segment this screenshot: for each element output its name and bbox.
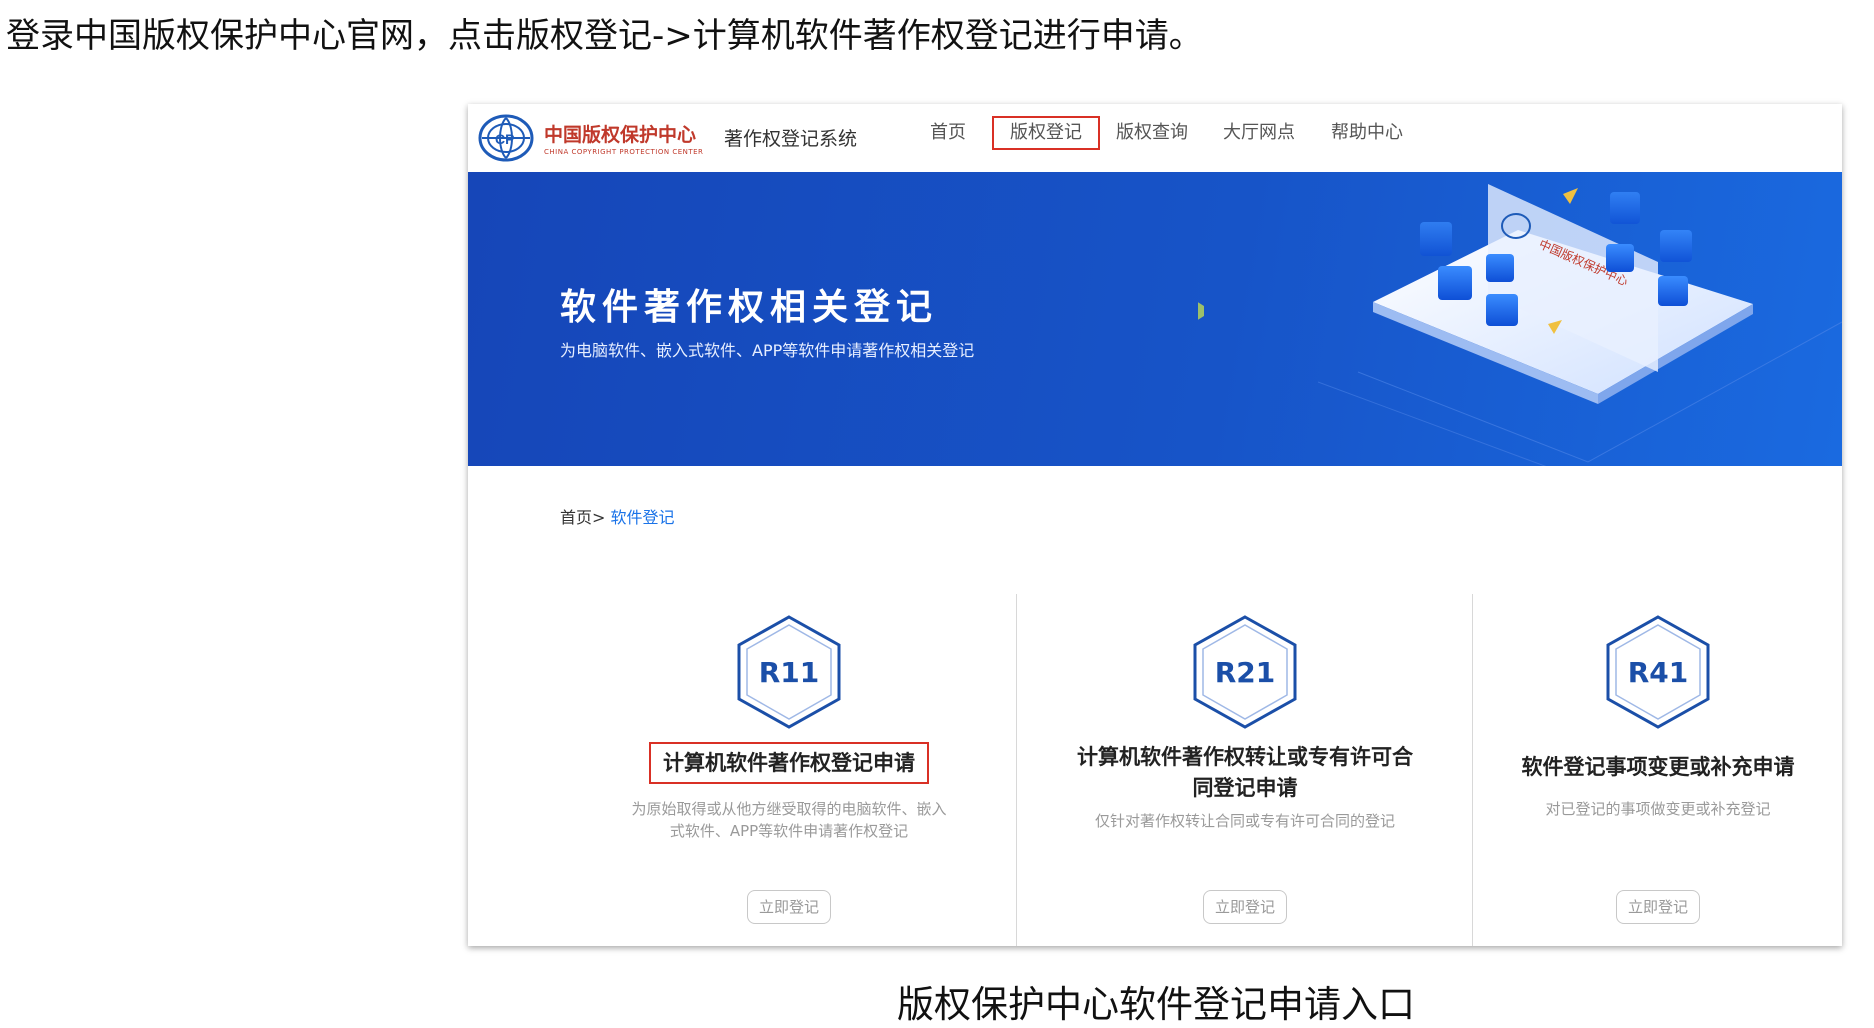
card-r41: R41 软件登记事项变更或补充申请 对已登记的事项做变更或补充登记 立即登记 xyxy=(1472,594,1842,946)
nav-service-halls[interactable]: 大厅网点 xyxy=(1223,116,1295,150)
hexagon-decoration xyxy=(1198,302,1204,320)
card-description: 为原始取得或从他方继受取得的电脑软件、嵌入 式软件、APP等软件申请著作权登记 xyxy=(568,798,1010,842)
nav-home[interactable]: 首页 xyxy=(930,116,966,150)
banner-title: 软件著作权相关登记 xyxy=(560,287,939,328)
card-title: 计算机软件著作权登记申请 xyxy=(468,742,1110,784)
card-description: 仅针对著作权转让合同或专有许可合同的登记 xyxy=(1037,810,1453,832)
isometric-illustration: 中国版权保护中心 xyxy=(1198,184,1842,466)
hero-banner: 软件著作权相关登记 为电脑软件、嵌入式软件、APP等软件申请著作权相关登记 中国… xyxy=(468,172,1842,466)
card-title-line: 同登记申请 xyxy=(1192,776,1298,800)
card-description-line: 仅针对著作权转让合同或专有许可合同的登记 xyxy=(1094,812,1395,830)
card-code: R21 xyxy=(1214,656,1276,689)
card-description: 对已登记的事项做变更或补充登记 xyxy=(1493,798,1823,820)
register-now-button[interactable]: 立即登记 xyxy=(1616,890,1700,924)
breadcrumb: 首页> 软件登记 xyxy=(560,504,675,528)
card-title-highlighted[interactable]: 计算机软件著作权登记申请 xyxy=(649,742,929,784)
card-description-line: 式软件、APP等软件申请著作权登记 xyxy=(669,822,909,840)
website-screenshot: CP 中国版权保护中心 CHINA COPYRIGHT PROTECTION C… xyxy=(468,104,1842,946)
nav-copyright-registration[interactable]: 版权登记 xyxy=(992,116,1100,150)
card-r11: R11 计算机软件著作权登记申请 为原始取得或从他方继受取得的电脑软件、嵌入 式… xyxy=(468,594,947,946)
card-title[interactable]: 计算机软件著作权转让或专有许可合 同登记申请 xyxy=(1017,742,1473,804)
card-title-line: 计算机软件著作权转让或专有许可合 xyxy=(1077,745,1413,769)
card-title[interactable]: 软件登记事项变更或补充申请 xyxy=(1473,752,1842,783)
card-code: R41 xyxy=(1627,656,1689,689)
marker-decoration xyxy=(1563,188,1578,204)
main-nav: 首页 版权登记 版权查询 大厅网点 帮助中心 xyxy=(468,116,1842,156)
register-now-button[interactable]: 立即登记 xyxy=(747,890,831,924)
card-description-line: 对已登记的事项做变更或补充登记 xyxy=(1545,800,1771,818)
figure-caption: 版权保护中心软件登记申请入口 xyxy=(897,983,1415,1026)
site-header: CP 中国版权保护中心 CHINA COPYRIGHT PROTECTION C… xyxy=(468,104,1842,172)
nav-copyright-query[interactable]: 版权查询 xyxy=(1116,116,1188,150)
card-r21: R21 计算机软件著作权转让或专有许可合 同登记申请 仅针对著作权转让合同或专有… xyxy=(1016,594,1473,946)
card-description-line: 为原始取得或从他方继受取得的电脑软件、嵌入 xyxy=(631,800,947,818)
nav-help-center[interactable]: 帮助中心 xyxy=(1331,116,1403,150)
breadcrumb-current[interactable]: 软件登记 xyxy=(611,508,675,527)
breadcrumb-home[interactable]: 首页> xyxy=(560,508,605,527)
card-code: R11 xyxy=(758,656,820,689)
banner-subtitle: 为电脑软件、嵌入式软件、APP等软件申请著作权相关登记 xyxy=(560,341,975,360)
register-now-button[interactable]: 立即登记 xyxy=(1203,890,1287,924)
instruction-text: 登录中国版权保护中心官网，点击版权登记->计算机软件著作权登记进行申请。 xyxy=(6,16,1203,56)
